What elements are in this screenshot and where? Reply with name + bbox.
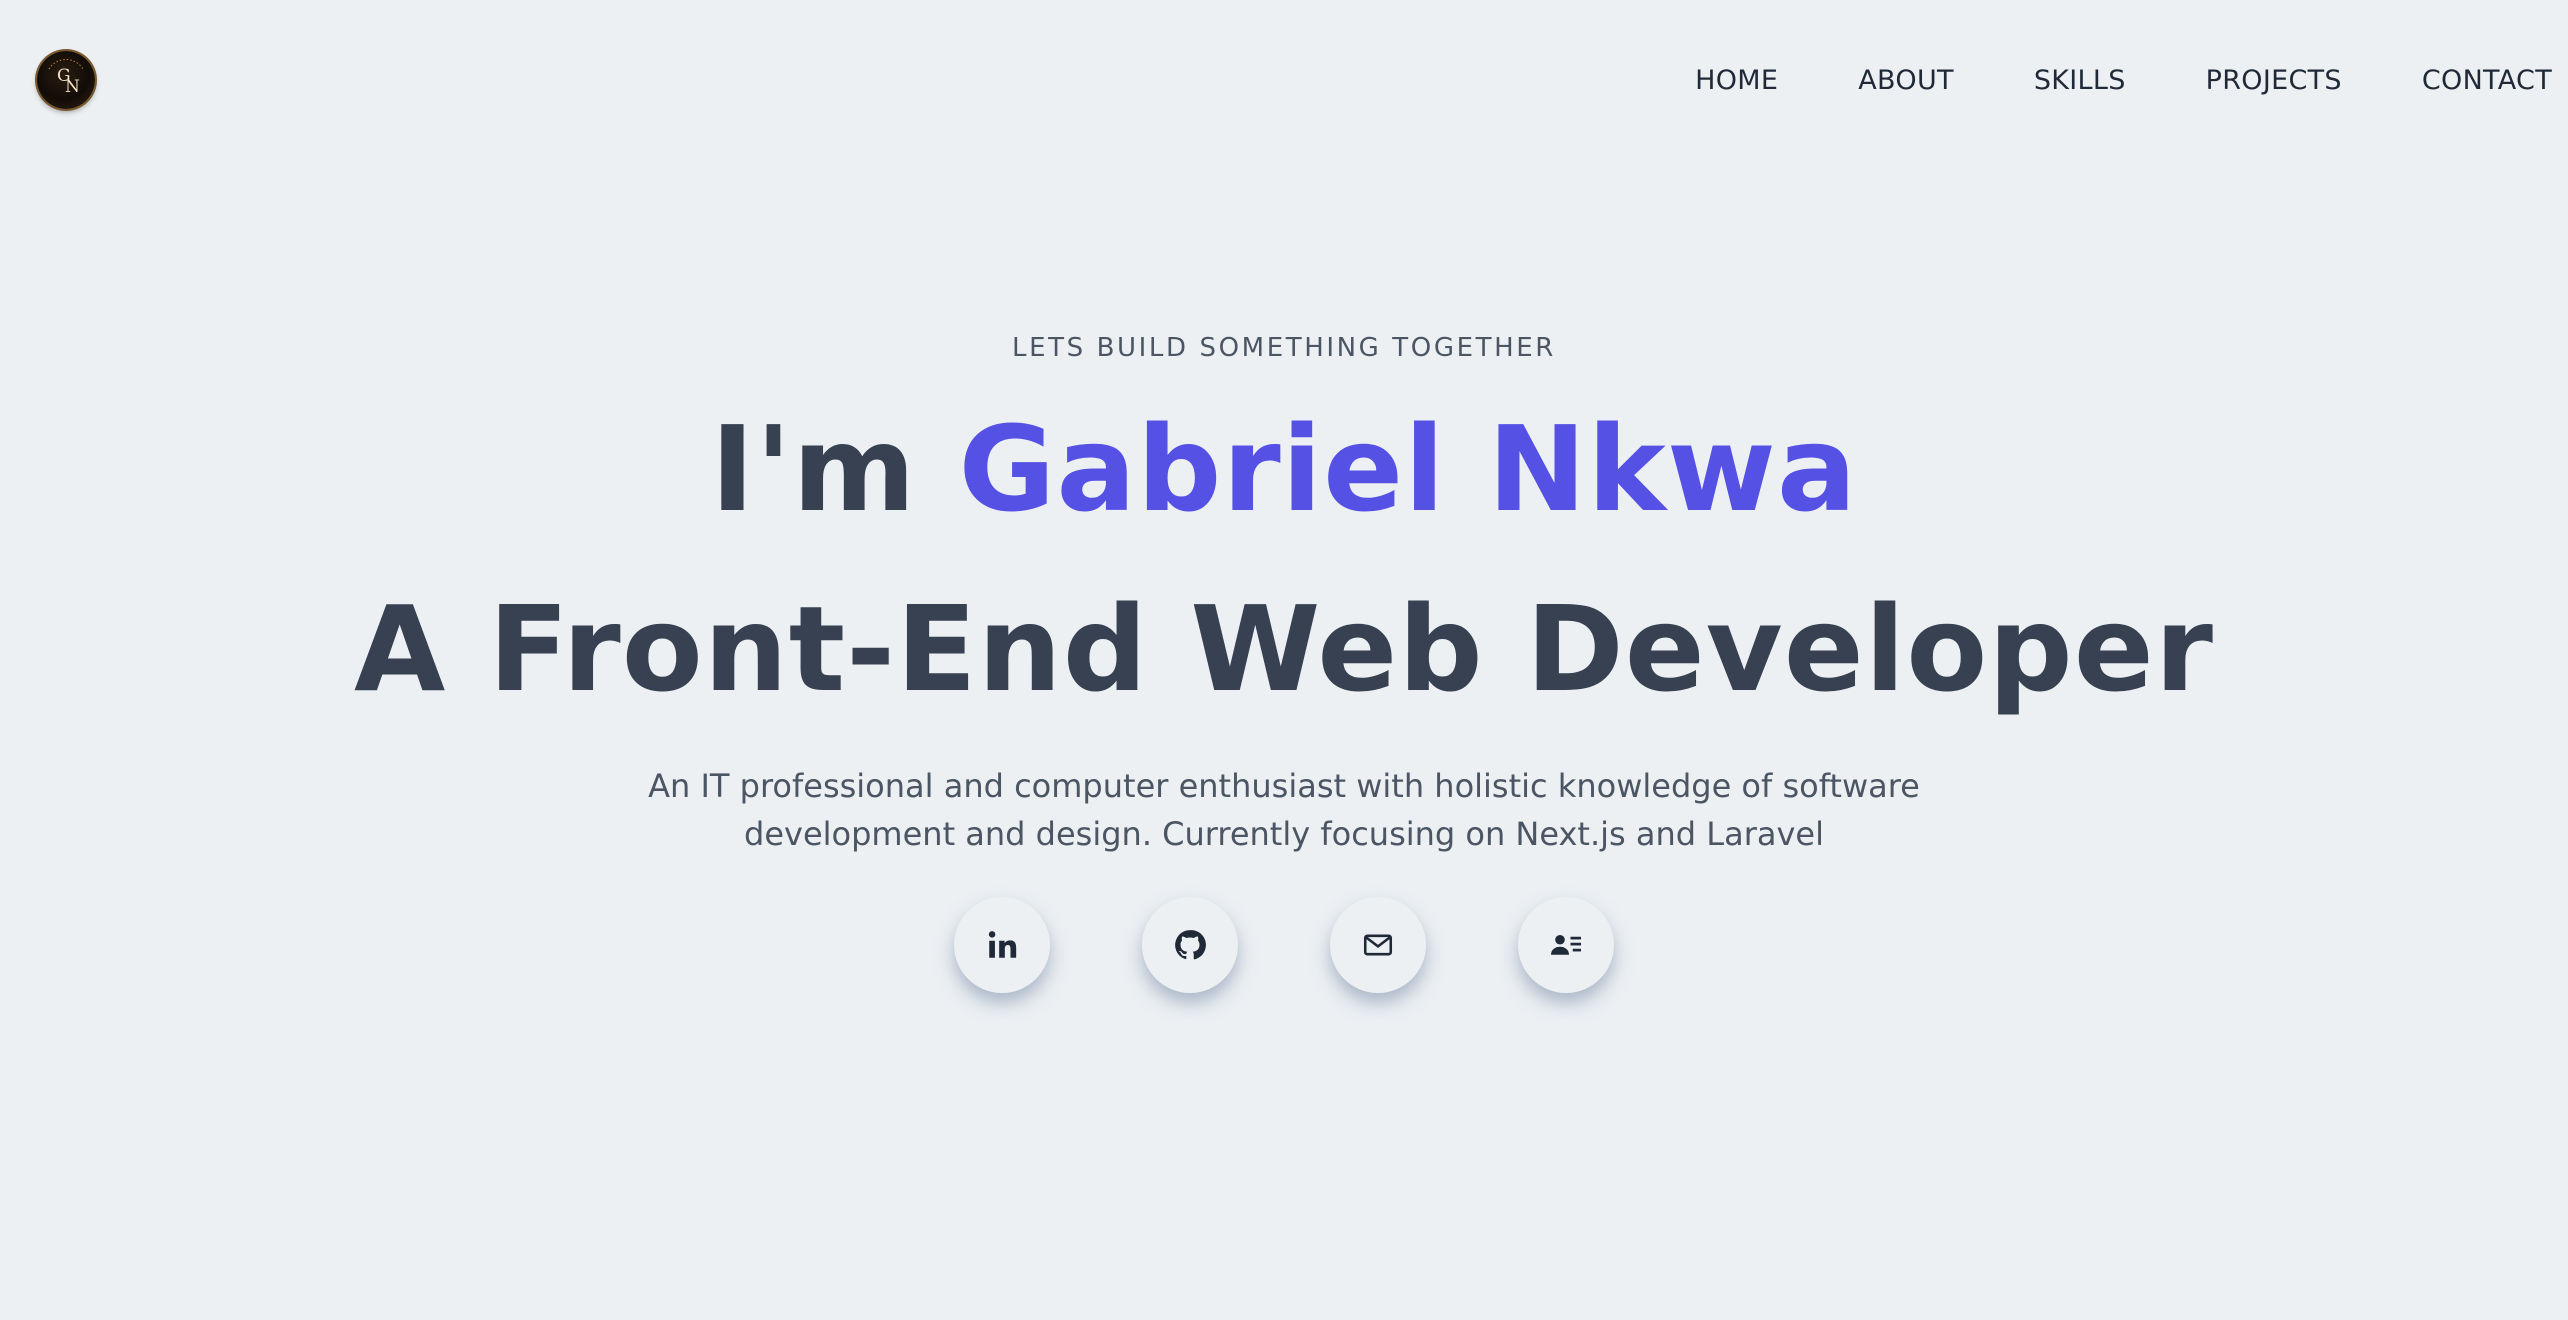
page: G N HOME ABOUT SKILLS PROJECTS CONTACT L… [0, 0, 2568, 1320]
hero-description: An IT professional and computer enthusia… [648, 767, 1920, 853]
nav-home[interactable]: HOME [1695, 65, 1778, 96]
hero-section: LETS BUILD SOMETHING TOGETHER I'm Gabrie… [0, 328, 2568, 858]
social-links [0, 897, 2568, 993]
email-button[interactable] [1330, 897, 1426, 993]
hero-tagline: LETS BUILD SOMETHING TOGETHER [1012, 333, 1556, 363]
hero-name: Gabriel Nkwa [958, 400, 1858, 538]
logo-monogram-icon: G N [48, 59, 84, 97]
linkedin-icon [988, 931, 1017, 958]
nav-about[interactable]: ABOUT [1858, 65, 1954, 96]
linkedin-button[interactable] [954, 897, 1050, 993]
svg-text:N: N [65, 77, 80, 97]
nav-contact[interactable]: CONTACT [2422, 65, 2552, 96]
hero-role-heading: A Front-End Web Developer [354, 580, 2214, 718]
github-button[interactable] [1142, 897, 1238, 993]
resume-button[interactable] [1518, 897, 1614, 993]
nav-projects[interactable]: PROJECTS [2206, 65, 2342, 96]
contact-card-icon [1551, 934, 1581, 955]
hero-greeting-heading: I'm Gabriel Nkwa [0, 410, 2568, 528]
nav-skills[interactable]: SKILLS [2034, 65, 2126, 96]
logo[interactable]: G N [37, 51, 95, 109]
main-nav: HOME ABOUT SKILLS PROJECTS CONTACT [1695, 62, 2552, 98]
github-icon [1175, 930, 1206, 960]
mail-icon [1363, 934, 1393, 956]
greeting-text: I'm [710, 400, 917, 538]
